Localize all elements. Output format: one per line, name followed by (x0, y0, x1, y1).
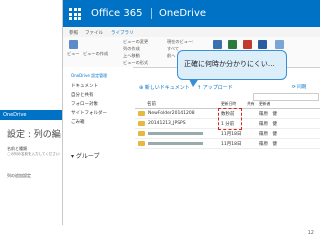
move-up-button[interactable]: 上へ移動 (123, 53, 140, 59)
document-library: ⊕ 新しいドキュメント ↑ アップロード ⟳ 同期 名前 更新日時 共有 更新者… (135, 67, 320, 225)
row-modified: 11月18日 (221, 132, 242, 137)
folder-icon (138, 121, 145, 126)
upload-button[interactable]: ↑ アップロード (197, 84, 233, 91)
modify-view-button[interactable]: ビューの変更 (123, 39, 148, 45)
col-editor-header[interactable]: 更新者 (259, 101, 270, 107)
tab-files[interactable]: ファイル (85, 30, 103, 36)
upload-label: アップロード (202, 85, 233, 91)
suite-divider (151, 8, 152, 19)
excel-icon[interactable] (228, 40, 237, 49)
new-document-button[interactable]: ⊕ 新しいドキュメント (139, 84, 190, 91)
callout-bubble: 正確に何時か分かりにくい… (177, 50, 287, 80)
create-column-button[interactable]: 列の作成 (123, 46, 140, 52)
table-row[interactable]: 11月18日 篠原 健 (135, 139, 320, 149)
onedrive-window: Office 365 OneDrive 参照 ファイル ライブラリ ビュー ビュ… (62, 0, 320, 225)
back-suite-bar: OneDrive (0, 110, 62, 120)
col-shared-header[interactable]: 共有 (247, 101, 255, 107)
sync-label: 同期 (297, 85, 307, 90)
current-view-label: 現在のビュー: (167, 39, 194, 44)
suite-bar: Office 365 OneDrive (63, 0, 320, 27)
tab-browse[interactable]: 参照 (69, 30, 78, 36)
sync-button[interactable]: ⟳ 同期 (292, 84, 306, 90)
nav-group-label: グループ (75, 153, 100, 160)
new-document-label: 新しいドキュメント (144, 85, 190, 91)
redacted-name (148, 132, 203, 135)
app-launcher-icon[interactable] (69, 8, 81, 20)
name-hint: この列の名前を入力してください: (7, 152, 61, 156)
library-settings-icon[interactable] (275, 40, 284, 49)
row-editor[interactable]: 篠原 健 (259, 141, 277, 147)
ribbon-group-view-format: ビューの形式 (123, 60, 149, 65)
current-view-select[interactable]: すべて (167, 46, 179, 52)
share-icon[interactable] (213, 40, 222, 49)
create-view-button[interactable]: ビューの作成 (83, 51, 108, 57)
left-navigation: OneDrive 設定管理 ドキュメント 自分と共有 フォロー対象 サイトフォル… (63, 67, 133, 225)
modified-highlight-box (218, 108, 242, 130)
suite-app-name[interactable]: OneDrive (159, 8, 206, 19)
page-number: 12 (307, 230, 314, 236)
redacted-name (148, 142, 203, 145)
nav-header[interactable]: OneDrive 設定管理 (71, 73, 107, 79)
nav-group-heading[interactable]: ▾ グループ (71, 151, 100, 160)
callout-text: 正確に何時か分かりにくい… (184, 60, 275, 68)
table-row[interactable]: 11月18日 篠原 健 (135, 129, 320, 139)
nav-item-site-folders[interactable]: サイトフォルダー (71, 110, 107, 116)
folder-icon (138, 111, 145, 116)
nav-item-shared[interactable]: 自分と共有 (71, 92, 94, 98)
row-editor[interactable]: 篠原 健 (259, 111, 277, 117)
tab-library[interactable]: ライブラリ (111, 30, 134, 36)
row-name[interactable]: NewFolder20141208 (148, 111, 195, 116)
row-editor[interactable]: 篠原 健 (259, 121, 277, 127)
suite-title: Office 365 (91, 8, 143, 19)
previous-button[interactable]: 前へ (167, 53, 175, 59)
view-icon[interactable] (69, 40, 78, 49)
folder-icon (138, 141, 145, 146)
nav-item-recycle-bin[interactable]: ごみ箱 (71, 119, 85, 125)
nav-item-followed[interactable]: フォロー対象 (71, 101, 98, 107)
view-button[interactable]: ビュー (67, 51, 80, 57)
rss-icon[interactable] (243, 40, 252, 49)
folder-icon (138, 131, 145, 136)
row-name[interactable]: 20141213_JPSPS (148, 121, 186, 126)
row-editor[interactable]: 篠原 健 (259, 131, 277, 137)
nav-item-documents[interactable]: ドキュメント (71, 83, 98, 89)
back-bar-title: OneDrive (3, 112, 27, 118)
outlook-icon[interactable] (258, 40, 267, 49)
row-modified: 11月18日 (221, 142, 242, 147)
col-name-header[interactable]: 名前 (147, 101, 156, 107)
col-modified-header[interactable]: 更新日時 (221, 101, 236, 107)
settings-heading: 設定 : 列の編 (7, 130, 61, 140)
additional-settings-label: 列の追加設定 (7, 173, 31, 178)
